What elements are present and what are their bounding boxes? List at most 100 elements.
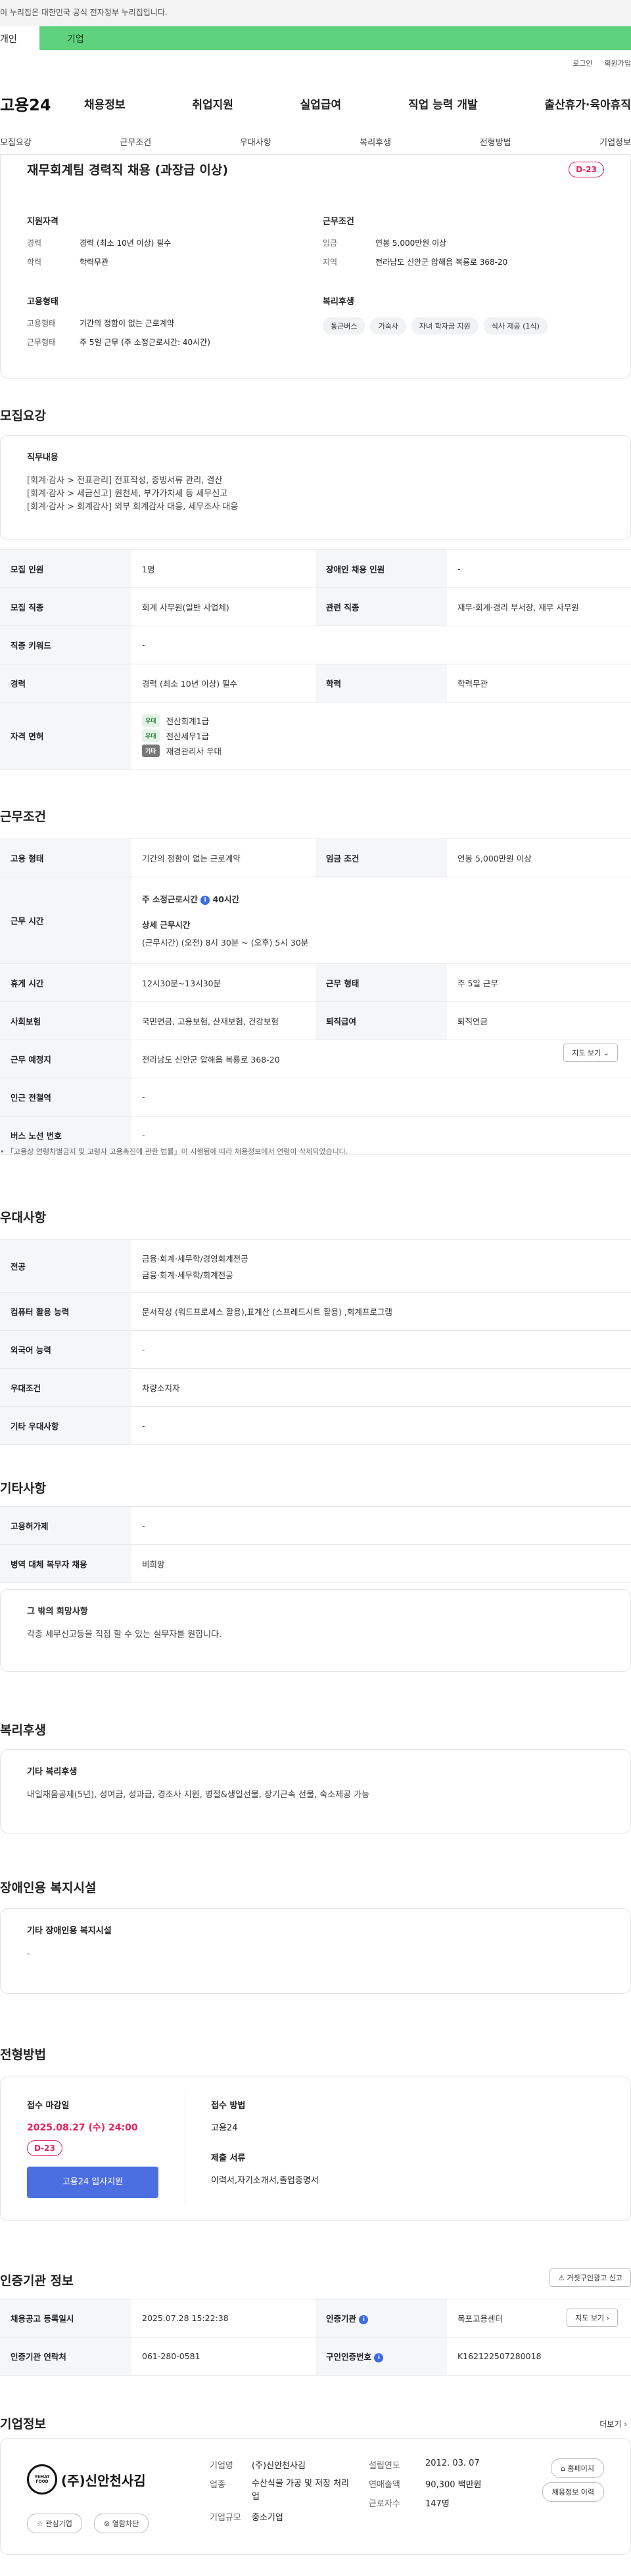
join-link[interactable]: 회원가입 [605,58,631,68]
tab-welfare[interactable]: 복리후생 [360,135,391,154]
history-button[interactable]: 채용정보 이력 [542,2482,604,2502]
company-logo: YEMAT FOOD (주)신안천사김 [27,2460,157,2499]
benefit-sub: 기타 복리후생 [27,1767,78,1777]
table-row: 고용허가제 - [0,1506,631,1545]
info-icon[interactable]: i [374,2353,384,2362]
cell-key: 구인인증번호 i [316,2337,447,2376]
company-info-left: 기업명 (주)신안천사김 업종 수산식물 가공 및 저장 처리업 기업규모 중소기업 [210,2461,350,2523]
cell-value: K162122507280018 [447,2337,631,2376]
license-name: 전산세무1급 [166,731,210,741]
gnb-menu: 채용정보 취업지원 실업급여 직업 능력 개발 출산휴가·육아휴직 [84,95,631,112]
info-icon[interactable]: i [200,895,210,905]
apply-button[interactable]: 고용24 입사지원 [27,2167,158,2198]
kv-value: 기간의 정함이 없는 근로계약 [80,319,174,328]
welfare-title: 복리후생 [323,297,354,307]
apply-box: 접수 마감일 2025.08.27 (수) 24:00 D-23 고용24 입사… [0,2077,631,2221]
table-row: 우대조건 차량소지자 [0,1368,631,1407]
cell-key: 경력 [0,664,131,702]
job-title: 재무회계팀 경력직 채용 (과장급 이상) [27,163,229,177]
cell-key: 근무 예정지 [0,1040,131,1078]
favorite-company-button[interactable]: ☆ 관심기업 [27,2514,82,2533]
tab-personal[interactable]: 개인 [0,26,39,50]
tab-selection[interactable]: 전형방법 [480,135,511,154]
welfare-group: 복리후생 통근버스 기숙사 자녀 학자금 지원 식사 제공 (1식) [323,294,612,334]
table-row: 모집 인원 1명 장애인 채용 인원 - [0,549,631,588]
gnb-item[interactable]: 출산휴가·육아휴직 [544,95,631,112]
cell-key: 모집 인원 [0,549,131,588]
site-logo[interactable]: 고용24 [0,92,84,115]
work-heading: 근무조건 [0,810,46,824]
tab-corporate[interactable]: 기업 [39,26,631,50]
cell-value: 비희망 [131,1544,631,1583]
company-info-right: 설립연도 2012. 03. 07 연매출액 90,300 백만원 근로자수 147명 [369,2458,482,2509]
work-group: 근무조건 임금 연봉 5,000만원 이상 지역 전라남도 신안군 압해읍 복룡로 … [323,214,605,275]
homepage-button[interactable]: ⌂ 홈페이지 [551,2458,604,2478]
cell-key: 채용공고 등록일시 [0,2299,131,2337]
cell-value: 061-280-0581 [131,2337,316,2376]
work-title: 근무조건 [323,217,354,227]
gnb-item[interactable]: 직업 능력 개발 [408,95,478,112]
dday-badge: D-23 [27,2140,62,2156]
kv-key: 지역 [323,258,338,267]
tab-pref[interactable]: 우대사항 [240,135,271,154]
qual-group: 지원자격 경력 경력 (최소 10년 이상) 필수 학력 학력무관 [27,214,303,275]
table-row: 기타 우대사항 - [0,1406,631,1445]
work-table: 고용 형태 기간의 정함이 없는 근로계약 임금 조건 연봉 5,000만원 이상 근… [0,839,631,1155]
disabled-text: - [27,1949,30,1959]
deadline-label: 접수 마감일 [27,2101,70,2111]
week-hours-value: 40시간 [212,894,239,904]
info-icon[interactable]: i [359,2314,369,2324]
table-row: 채용공고 등록일시 2025.07.28 15:22:38 인증기관 i 목포고용센터… [0,2299,631,2337]
table-row: 직종 키워드 - [0,626,631,664]
block-company-button[interactable]: ⊘ 열람차단 [94,2514,149,2533]
cell-key: 자격 면허 [0,702,131,770]
tab-work[interactable]: 근무조건 [120,135,151,154]
map-button[interactable]: 지도 보기 ⌄ [563,1044,618,1062]
report-fake-ad-button[interactable]: ⚠ 거짓구인광고 신고 [549,2268,631,2287]
disabled-sub: 기타 장애인용 복지시설 [27,1926,112,1936]
tab-company[interactable]: 기업정보 [599,135,631,154]
gov-banner: 이 누리집은 대한민국 공식 전자정부 누리집입니다. [0,0,631,26]
table-row: 인증기관 연락처 061-280-0581 구인인증번호 i K16212250728… [0,2337,631,2376]
disabled-box: 기타 장애인용 복지시설 - [0,1908,631,1994]
table-row: 외국어 능력 - [0,1330,631,1369]
table-row: 컴퓨터 활용 능력 문서작성 (워드프로세스 활용),표계산 (스프레드시트 활용… [0,1292,631,1331]
kv-value: 전라남도 신안군 압해읍 복룡로 368-20 [375,258,508,267]
cell-value: 회계 사무원(일반 사업체) [131,587,316,626]
cell-key: 인증기관 연락처 [0,2337,131,2376]
map-button[interactable]: 지도 보기 › [567,2308,618,2327]
cell-key: 고용허가제 [0,1506,131,1545]
duty-box: 직무내용 [회계·감사 > 전표관리] 전표작성, 증빙서류 관리, 결산 [회… [0,435,631,540]
wish-box: 그 밖의 희망사항 각종 세무신고등을 직접 할 수 있는 실무자를 원합니다. [0,1589,631,1672]
gnb-item[interactable]: 취업지원 [192,95,233,112]
benefit-box: 기타 복리후생 내일채움공제(5년), 성여금, 성과급, 경조사 지원, 명절… [0,1749,631,1833]
section-tabs: 모집요강 근무조건 우대사항 복리후생 전형방법 기업정보 [0,131,631,155]
license-name: 전산회계1급 [166,716,210,726]
select-heading: 전형방법 [0,2048,46,2062]
cell-key: 모집 직종 [0,587,131,626]
cell-key: 임금 조건 [316,839,447,877]
cert-heading: 인증기관 정보 [0,2274,74,2288]
cell-value: 국민연금, 고용보험, 산재보험, 건강보험 [131,1001,316,1040]
table-row: 고용 형태 기간의 정함이 없는 근로계약 임금 조건 연봉 5,000만원 이상 [0,839,631,877]
more-link[interactable]: 더보기 › [599,2418,627,2429]
cell-value: - [447,549,631,588]
qual-title: 지원자격 [27,217,58,227]
cell-value: 재무·회계·경리 부서장, 재무 사무원 [447,587,631,626]
welfare-chip: 자녀 학자금 지원 [411,317,479,334]
cell-value: 1명 [131,549,316,588]
recruit-heading: 모집요강 [0,409,46,423]
cell-key: 근무 시간 [0,877,131,964]
cell-key: 병역 대체 복무자 채용 [0,1544,131,1583]
table-row: 근무 시간 주 소정근로시간 i 40시간 상세 근무시간 (근무시간) (오전… [0,877,631,964]
deadline-value: 2025.08.27 (수) 24:00 [27,2123,138,2133]
gnb-item[interactable]: 실업급여 [300,95,342,112]
gnb-item[interactable]: 채용정보 [84,95,126,112]
cell-key: 퇴직급여 [316,1001,447,1040]
cell-value: - [131,1406,631,1445]
cell-value: 경력 (최소 10년 이상) 필수 [131,664,316,702]
cell-value: 2025.07.28 15:22:38 [131,2299,316,2337]
tab-recruit[interactable]: 모집요강 [0,135,32,154]
login-link[interactable]: 로그인 [573,58,592,68]
cell-key: 사회보험 [0,1001,131,1040]
